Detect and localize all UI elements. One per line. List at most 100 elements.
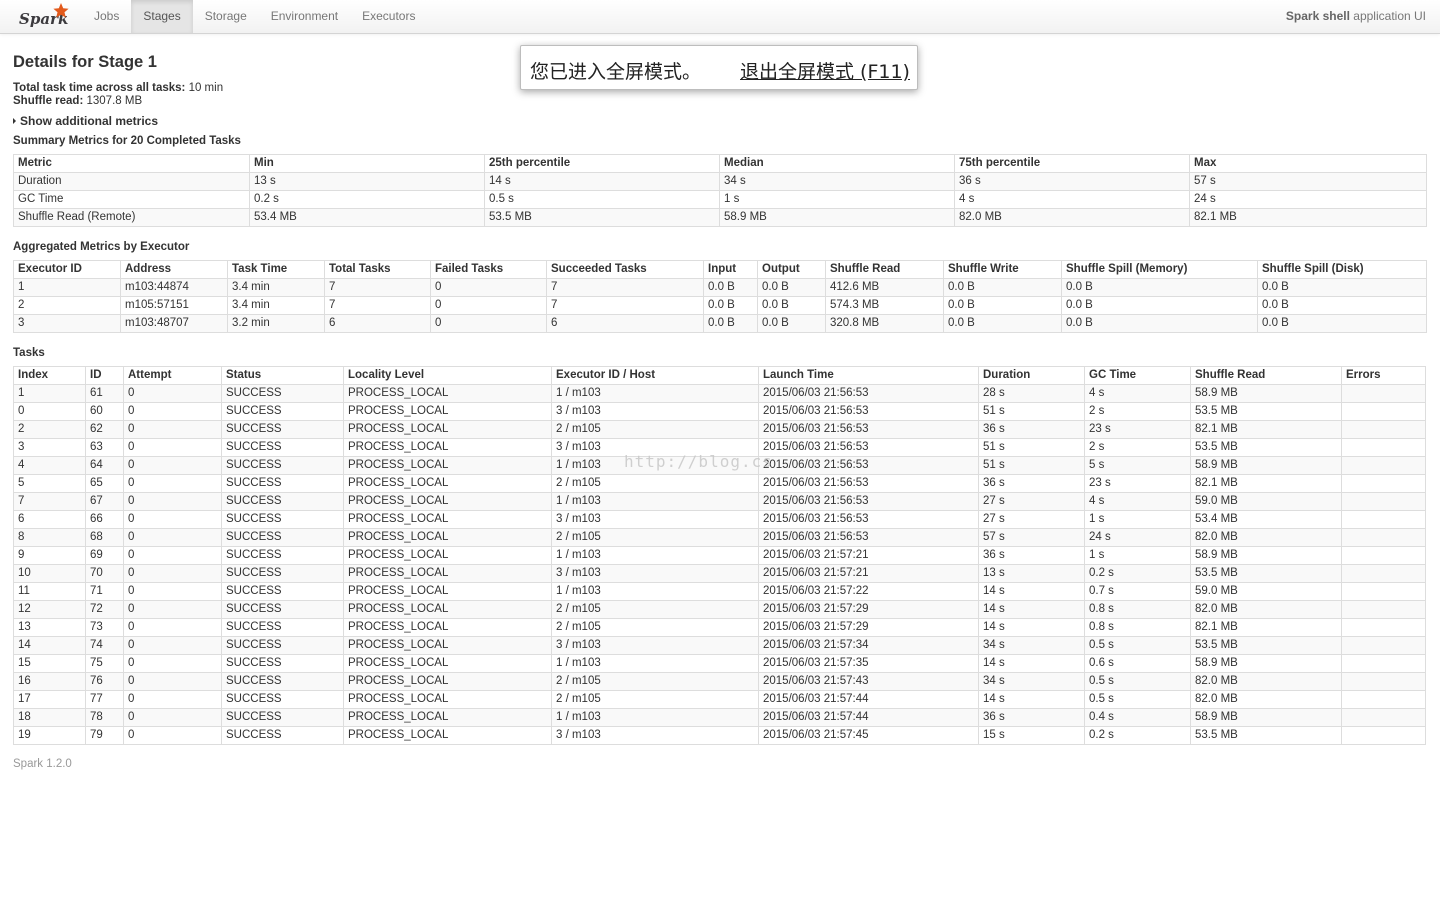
table-row: 2 m105:57151 3.4 min 7 0 7 0.0 B 0.0 B 574.3 MB 0… [13,296,1427,315]
column-header[interactable]: ID [85,366,124,385]
column-header[interactable]: Index [13,366,86,385]
table-cell: 14 s [978,690,1085,709]
tab-environment[interactable]: Environment [259,0,350,33]
column-header[interactable]: 75th percentile [954,154,1190,173]
table-cell: SUCCESS [221,600,344,619]
table-cell: PROCESS_LOCAL [343,456,552,475]
table-cell: 14 [13,636,86,655]
column-header[interactable]: Status [221,366,344,385]
table-cell: SUCCESS [221,690,344,709]
table-cell: 14 s [978,582,1085,601]
column-header[interactable]: Input [703,260,758,279]
tab-storage[interactable]: Storage [193,0,259,33]
app-name: Spark shell [1285,9,1350,23]
column-header[interactable]: Shuffle Write [943,260,1062,279]
table-cell: 1 / m103 [551,384,759,403]
column-header[interactable]: Metric [13,154,250,173]
table-cell: 79 [85,726,124,745]
table-cell: 5 s [1084,456,1191,475]
table-cell [1341,636,1426,655]
column-header[interactable]: Median [719,154,955,173]
table-cell: 1 / m103 [551,708,759,727]
table-cell: 3 [13,438,86,457]
table-cell: 0 [123,546,222,565]
table-cell: 0.0 B [943,278,1062,297]
table-cell: 0 [123,654,222,673]
table-cell: 2 / m105 [551,690,759,709]
table-cell: PROCESS_LOCAL [343,726,552,745]
table-cell: 53.5 MB [1190,564,1342,583]
table-cell: 0 [123,618,222,637]
column-header[interactable]: Locality Level [343,366,552,385]
table-cell: 1 s [1084,546,1191,565]
column-header[interactable]: Errors [1341,366,1426,385]
column-header[interactable]: GC Time [1084,366,1191,385]
column-header[interactable]: Shuffle Spill (Memory) [1061,260,1258,279]
table-cell: 2 / m105 [551,420,759,439]
column-header[interactable]: Executor ID / Host [551,366,759,385]
table-cell: PROCESS_LOCAL [343,474,552,493]
column-header[interactable]: Address [120,260,228,279]
table-cell: 66 [85,510,124,529]
table-cell: 0.0 B [703,296,758,315]
column-header[interactable]: Succeeded Tasks [546,260,704,279]
column-header[interactable]: Task Time [227,260,325,279]
column-header[interactable]: Failed Tasks [430,260,547,279]
table-cell: SUCCESS [221,528,344,547]
table-cell: 69 [85,546,124,565]
column-header[interactable]: Output [757,260,826,279]
summary-metrics-table: Metric Min 25th percentile Median 75th perce… [13,154,1427,227]
table-cell: PROCESS_LOCAL [343,600,552,619]
tab-jobs[interactable]: Jobs [82,0,131,33]
show-additional-metrics-toggle[interactable]: Show additional metrics [13,114,158,128]
column-header[interactable]: Shuffle Read [825,260,944,279]
exit-fullscreen-link[interactable]: 退出全屏模式 (F11) [740,57,910,84]
table-cell: 24 s [1084,528,1191,547]
table-cell: SUCCESS [221,708,344,727]
column-header[interactable]: Total Tasks [324,260,431,279]
tab-executors[interactable]: Executors [350,0,427,33]
nav-tabs: Jobs Stages Storage Environment Executor… [82,0,427,33]
column-header[interactable]: Executor ID [13,260,121,279]
spark-logo-icon[interactable]: Spark [17,1,75,31]
table-cell: 53.5 MB [1190,438,1342,457]
table-cell: 19 [13,726,86,745]
column-header[interactable]: Max [1189,154,1427,173]
table-cell: 57 s [1189,172,1427,191]
table-row: Shuffle Read (Remote) 53.4 MB 53.5 MB 58.9 … [13,208,1427,227]
top-navbar: Spark Jobs Stages Storage Environment Ex… [0,0,1440,34]
column-header[interactable]: Min [249,154,485,173]
tab-stages[interactable]: Stages [131,0,193,33]
table-cell: 53.5 MB [1190,402,1342,421]
table-cell: 9 [13,546,86,565]
table-cell: 36 s [954,172,1190,191]
table-cell: SUCCESS [221,726,344,745]
table-cell: 2015/06/03 21:56:53 [758,384,979,403]
table-cell: 1 s [1084,510,1191,529]
table-cell [1341,582,1426,601]
table-cell: 82.0 MB [1190,690,1342,709]
table-cell: 53.5 MB [1190,726,1342,745]
fullscreen-message: 您已进入全屏模式。 [530,61,702,83]
column-header[interactable]: Shuffle Read [1190,366,1342,385]
column-header[interactable]: 25th percentile [484,154,720,173]
column-header[interactable]: Attempt [123,366,222,385]
table-row: 5 65 0 SUCCESS PROCESS_LOCAL 2 / m105 2015/06/… [13,474,1426,493]
table-cell: 3 / m103 [551,636,759,655]
table-cell: 53.5 MB [1190,636,1342,655]
table-row: 0 60 0 SUCCESS PROCESS_LOCAL 3 / m103 2015/06/… [13,402,1426,421]
table-cell: 51 s [978,402,1085,421]
table-cell: 0.8 s [1084,600,1191,619]
column-header[interactable]: Shuffle Spill (Disk) [1257,260,1427,279]
table-cell: 10 [13,564,86,583]
table-cell: 28 s [978,384,1085,403]
table-cell: 73 [85,618,124,637]
table-row: 6 66 0 SUCCESS PROCESS_LOCAL 3 / m103 2015/06/… [13,510,1426,529]
table-cell: 24 s [1189,190,1427,209]
table-cell: 2015/06/03 21:57:44 [758,708,979,727]
column-header[interactable]: Launch Time [758,366,979,385]
table-cell: 58.9 MB [1190,546,1342,565]
table-row: 11 71 0 SUCCESS PROCESS_LOCAL 1 / m103 2015/06… [13,582,1426,601]
tasks-title: Tasks [13,347,45,359]
column-header[interactable]: Duration [978,366,1085,385]
